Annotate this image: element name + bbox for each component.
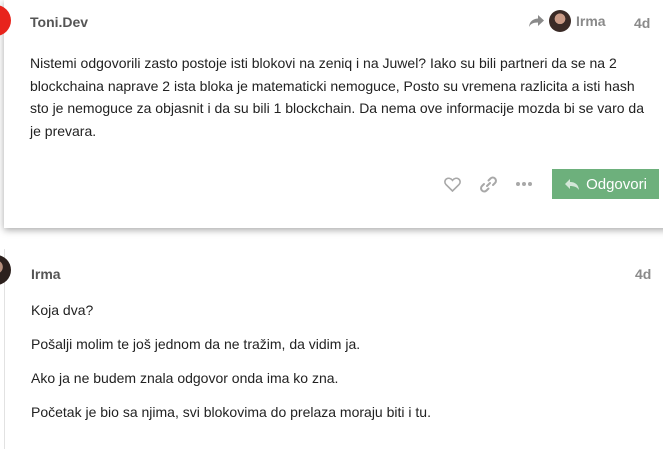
post-body: Koja dva? Pošalji molim te još jednom da… <box>31 301 647 437</box>
post-date[interactable]: 4d <box>635 266 651 282</box>
post-body: Nistemi odgovorili zasto postoje isti bl… <box>30 52 646 142</box>
heart-icon <box>443 177 461 192</box>
post-actions <box>434 169 542 199</box>
post-username[interactable]: Irma <box>31 266 61 282</box>
reply-to-avatar <box>549 10 571 32</box>
reply-button-label: Odgovori <box>586 175 647 193</box>
post-paragraph: Pošalji molim te još jednom da ne tražim… <box>31 336 361 352</box>
post-username[interactable]: Toni.Dev <box>30 14 88 30</box>
reply-to-indicator[interactable]: Irma <box>528 10 606 32</box>
like-button[interactable] <box>434 169 470 199</box>
reply-icon <box>565 178 580 190</box>
avatar[interactable] <box>0 5 11 36</box>
post-date[interactable]: 4d <box>634 15 650 31</box>
share-link-button[interactable] <box>470 169 506 199</box>
share-arrow-icon <box>529 15 544 27</box>
reply-button[interactable]: Odgovori <box>552 169 659 199</box>
reply-to-username: Irma <box>576 13 606 29</box>
link-icon <box>479 176 497 192</box>
post-paragraph: Ako ja ne budem znala odgovor onda ima k… <box>31 370 339 386</box>
more-actions-button[interactable] <box>506 169 542 199</box>
post-irma: Irma 4d Koja dva? Pošalji molim te još j… <box>0 249 663 449</box>
post-toni-dev: Toni.Dev Irma 4d Nistemi odgovorili zast… <box>0 0 663 228</box>
post-paragraph: Početak je bio sa njima, svi blokovima d… <box>31 404 431 420</box>
avatar[interactable] <box>0 255 11 285</box>
post-paragraph: Nistemi odgovorili zasto postoje isti bl… <box>30 55 644 139</box>
post-paragraph: Koja dva? <box>31 302 94 318</box>
ellipsis-icon <box>516 182 532 186</box>
topic-page: Toni.Dev Irma 4d Nistemi odgovorili zast… <box>0 0 663 449</box>
